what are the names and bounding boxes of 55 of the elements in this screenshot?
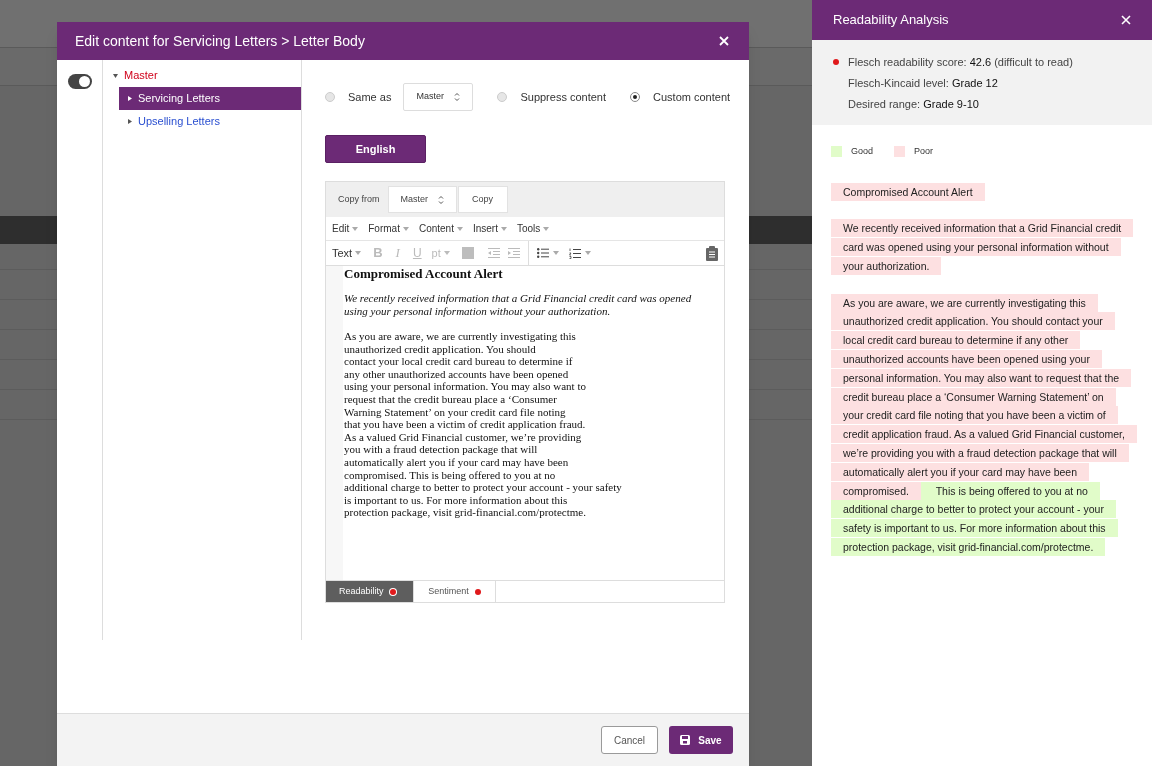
- legend-label: Good: [851, 145, 874, 158]
- copy-from-label: Copy from: [338, 192, 380, 206]
- close-icon[interactable]: [717, 34, 731, 48]
- tree-item[interactable]: Upselling Letters: [119, 110, 301, 133]
- radio-button[interactable]: [497, 92, 508, 102]
- metric-text: Flesch readability score: 42.6 (difficult to read): [848, 54, 1073, 70]
- toggle-switch[interactable]: [67, 74, 92, 89]
- select-field[interactable]: Master: [403, 83, 474, 111]
- color-swatch-icon[interactable]: [461, 247, 474, 259]
- language-button[interactable]: English: [325, 135, 426, 163]
- caret-icon: [352, 226, 359, 231]
- caret-icon: [552, 251, 559, 255]
- copy-from-select[interactable]: Master: [387, 186, 457, 213]
- numbered-list-icon[interactable]: [568, 247, 581, 259]
- metric-text: Flesch-Kincaid level: Grade 12: [848, 75, 998, 91]
- caret-down-icon: [113, 73, 118, 78]
- menu-button[interactable]: Edit: [332, 221, 359, 236]
- clipboard-icon[interactable]: [706, 245, 718, 261]
- caret-icon: [456, 226, 463, 231]
- analysed-paragraph: Compromised Account Alert: [831, 179, 1140, 205]
- caret-icon: [355, 251, 362, 255]
- save-button[interactable]: Save: [669, 726, 733, 754]
- caret-icon: [543, 226, 550, 231]
- caret-right-icon: [127, 119, 132, 124]
- up-down-icon: [437, 194, 444, 205]
- bullet-list-icon[interactable]: [536, 248, 549, 258]
- menu-button[interactable]: Insert: [472, 221, 507, 236]
- document-heading: Compromised Account Alert: [344, 266, 504, 282]
- tree-item[interactable]: Master: [103, 64, 301, 87]
- caret-icon: [584, 251, 591, 255]
- radio-button[interactable]: [630, 92, 641, 102]
- menu-button[interactable]: Content: [418, 221, 463, 236]
- caret-icon: [443, 251, 450, 255]
- analysis-tab[interactable]: Readability: [326, 581, 414, 602]
- option-label: Suppress content: [520, 89, 607, 105]
- panel-title: Readability Analysis: [833, 11, 949, 30]
- document-paragraph: We recently received information that a Grid Financial credit card was opened using your personal information without your authorization.: [344, 292, 693, 318]
- copy-button[interactable]: Copy: [457, 186, 508, 213]
- option-label: Same as: [348, 89, 392, 105]
- tree-item[interactable]: Servicing Letters: [119, 87, 301, 110]
- caret-icon: [500, 226, 507, 231]
- dialog-title: Edit content for Servicing Letters > Letter Body: [75, 31, 365, 51]
- caret-right-icon: [127, 96, 132, 101]
- text-style-dropdown[interactable]: Text: [332, 244, 362, 262]
- radio-button[interactable]: [325, 92, 335, 102]
- close-icon[interactable]: [1121, 15, 1131, 25]
- legend-label: Poor: [914, 145, 934, 158]
- caret-icon: [402, 226, 409, 231]
- cancel-button[interactable]: Cancel: [601, 726, 658, 754]
- metric-text: Desired range: Grade 9-10: [848, 96, 979, 112]
- menu-button[interactable]: Tools: [516, 221, 550, 236]
- menu-button[interactable]: Format: [368, 221, 409, 236]
- document-paragraph: As you are aware, we are currently investigating this unauthorized credit application. You should contact your local credit card bureau to determine if any other unauthorized accounts have been opened using your personal information. You may also want to request that the credit bureau place a ‘Consumer Warning Statement’ on your credit card file noting that you have been a victim of credit application fraud. As a valued Grid Financial customer, we’re providing you with a fraud detection package that will automatically alert you if your card may have been compromised. This is being offered to you at no additional charge to better to protect your account - your safety is important to us. For more information about this protection package, visit grid-financial.com/protectme.: [344, 330, 623, 519]
- option-label: Custom content: [653, 89, 731, 105]
- up-down-icon: [454, 92, 461, 102]
